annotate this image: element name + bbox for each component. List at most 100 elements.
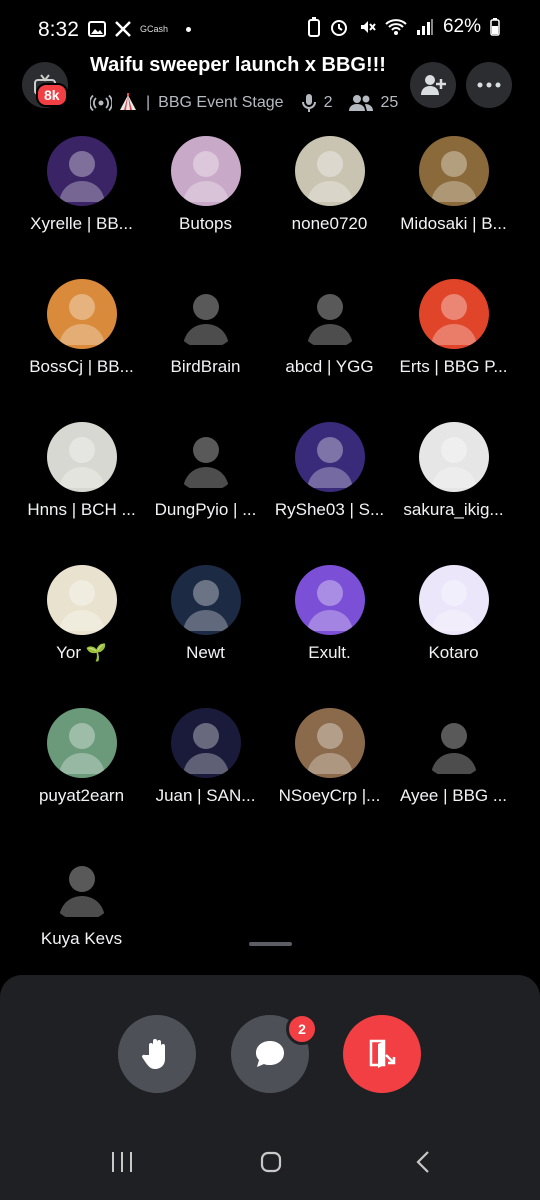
more-dots-icon (477, 82, 501, 88)
participant-tile[interactable]: Exult. (262, 565, 397, 705)
participant-name: sakura_ikig... (403, 500, 504, 519)
participant-tile[interactable]: Kuya Kevs (14, 851, 149, 991)
battery-saver-icon (307, 17, 320, 37)
participant-name: puyat2earn (38, 786, 125, 805)
listeners-count: 25 (380, 94, 399, 111)
mute-icon (358, 18, 376, 36)
participant-avatar[interactable] (170, 565, 241, 635)
microphone-icon (301, 94, 316, 112)
participant-name: Xyrelle | BB... (30, 214, 133, 233)
participant-avatar[interactable] (46, 136, 117, 206)
participant-avatar[interactable] (294, 422, 365, 492)
participant-name: Kuya Kevs (40, 929, 123, 948)
participant-avatar[interactable] (46, 708, 117, 778)
participant-avatar[interactable] (46, 565, 117, 635)
raise-hand-button[interactable] (118, 1015, 196, 1093)
participant-tile[interactable]: Hnns | BCH ... (14, 422, 149, 562)
participant-name: none0720 (291, 214, 368, 233)
participant-tile[interactable]: BirdBrain (138, 279, 273, 419)
participant-tile[interactable]: Midosaki | B... (386, 136, 521, 276)
participant-name: Juan | SAN... (155, 786, 256, 805)
participant-tile[interactable]: none0720 (262, 136, 397, 276)
participant-avatar[interactable] (418, 565, 489, 635)
invite-button[interactable] (410, 62, 456, 108)
recent-apps-icon (112, 1152, 132, 1172)
participant-avatar[interactable] (170, 136, 241, 206)
status-time: 8:32 (38, 18, 79, 41)
back-button[interactable] (414, 1150, 434, 1174)
participant-tile[interactable]: BossCj | BB... (14, 279, 149, 419)
leave-door-icon (369, 1039, 396, 1068)
participant-tile[interactable]: Juan | SAN... (138, 708, 273, 848)
participant-tile[interactable]: sakura_ikig... (386, 422, 521, 562)
notification-dot-icon (186, 26, 192, 32)
status-bar: 8:32 GCash 62% (0, 0, 540, 56)
participant-name: Exult. (308, 643, 351, 662)
participant-name: BirdBrain (170, 357, 241, 376)
participant-tile[interactable]: Ayee | BBG ... (386, 708, 521, 848)
participant-tile[interactable]: Butops (138, 136, 273, 276)
participant-avatar[interactable] (170, 708, 241, 778)
participant-avatar[interactable] (46, 851, 117, 921)
participant-avatar[interactable] (418, 708, 489, 778)
signal-icon (416, 18, 434, 36)
subtitle-separator: | (146, 94, 151, 111)
participant-name: Erts | BBG P... (399, 357, 508, 376)
participant-tile[interactable]: Xyrelle | BB... (14, 136, 149, 276)
leave-stage-button[interactable] (343, 1015, 421, 1093)
participant-tile[interactable]: NSoeyCrp |... (262, 708, 397, 848)
participant-name: BossCj | BB... (29, 357, 134, 376)
participant-name: Midosaki | B... (400, 214, 507, 233)
wifi-icon (385, 18, 407, 36)
participant-name: Kotaro (428, 643, 479, 662)
chat-bubble-icon (256, 1041, 284, 1067)
stage-subtitle: | BBG Event Stage 2 25 (90, 93, 398, 113)
home-icon (260, 1151, 282, 1173)
battery-percent: 62% (442, 16, 481, 37)
participant-name: Yor 🌱 (56, 643, 107, 662)
participant-avatar[interactable] (418, 279, 489, 349)
participant-name: Newt (186, 643, 225, 662)
participant-tile[interactable]: abcd | YGG (262, 279, 397, 419)
stage-channel-name: BBG Event Stage (158, 94, 284, 111)
alarm-icon (329, 17, 349, 37)
stage-header: 8k Waifu sweeper launch x BBG!!! | BBG E… (0, 50, 540, 122)
participant-name: DungPyio | ... (154, 500, 257, 519)
notification-badge: 8k (36, 83, 68, 107)
participant-avatar[interactable] (170, 422, 241, 492)
stage-controls-panel: 2 (0, 975, 540, 1200)
participant-tile[interactable]: RyShe03 | S... (262, 422, 397, 562)
participant-tile[interactable]: Kotaro (386, 565, 521, 705)
participant-avatar[interactable] (294, 136, 365, 206)
gcash-label: GCash (140, 24, 169, 34)
participant-tile[interactable]: Yor 🌱 (14, 565, 149, 705)
back-chevron-icon (416, 1151, 429, 1173)
participant-name: RyShe03 | S... (274, 500, 385, 519)
drag-handle[interactable] (249, 942, 292, 946)
speakers-count: 2 (323, 94, 333, 111)
participant-avatar[interactable] (418, 136, 489, 206)
participant-tile[interactable]: DungPyio | ... (138, 422, 273, 562)
participant-avatar[interactable] (46, 422, 117, 492)
participant-avatar[interactable] (294, 279, 365, 349)
people-icon (349, 95, 374, 111)
participant-tile[interactable]: Newt (138, 565, 273, 705)
add-user-icon (421, 75, 446, 95)
chat-unread-badge: 2 (286, 1013, 318, 1045)
home-button[interactable] (259, 1150, 283, 1174)
participant-name: Hnns | BCH ... (27, 500, 136, 519)
gallery-icon (88, 21, 106, 37)
stage-title: Waifu sweeper launch x BBG!!! (90, 54, 386, 76)
participant-avatar[interactable] (294, 708, 365, 778)
participant-name: Ayee | BBG ... (399, 786, 508, 805)
participant-tile[interactable]: puyat2earn (14, 708, 149, 848)
recent-apps-button[interactable] (110, 1150, 134, 1174)
android-nav-bar (0, 1130, 540, 1200)
participant-avatar[interactable] (46, 279, 117, 349)
participant-tile[interactable]: Erts | BBG P... (386, 279, 521, 419)
participant-avatar[interactable] (294, 565, 365, 635)
participant-name: NSoeyCrp |... (278, 786, 381, 805)
participant-avatar[interactable] (418, 422, 489, 492)
participant-avatar[interactable] (170, 279, 241, 349)
more-options-button[interactable] (466, 62, 512, 108)
